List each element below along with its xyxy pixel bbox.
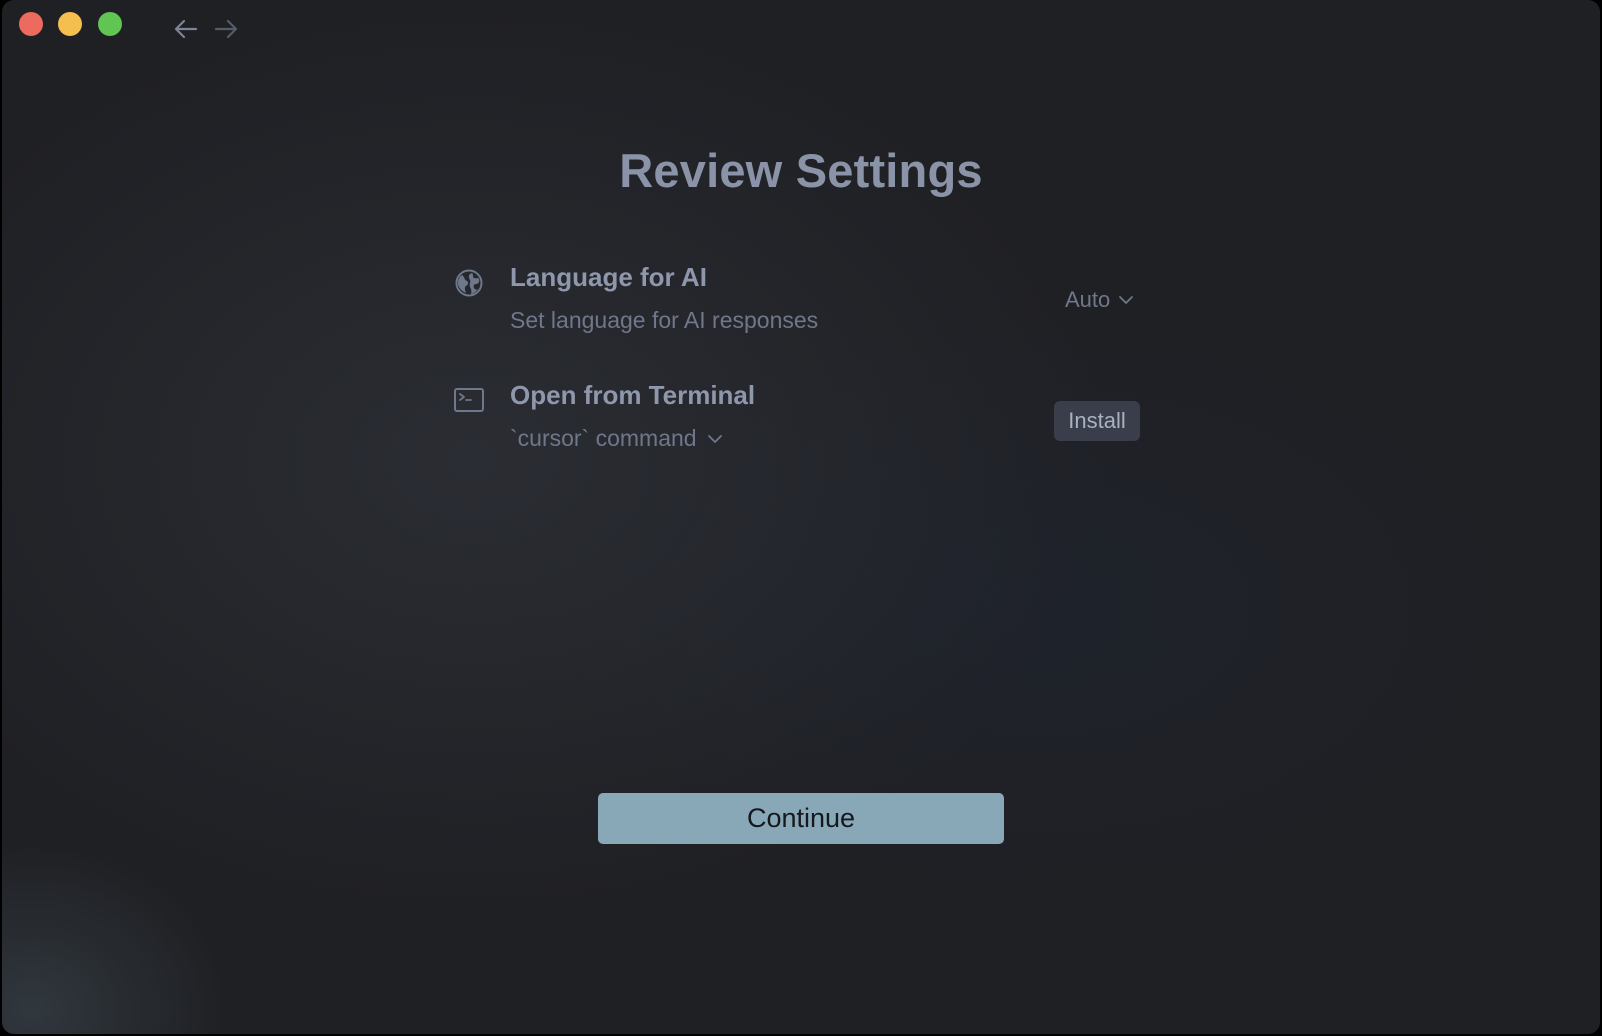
chevron-down-icon (1119, 296, 1134, 304)
forward-button[interactable] (212, 17, 240, 41)
terminal-icon (454, 388, 484, 412)
arrow-left-icon (174, 19, 198, 39)
globe-icon (455, 269, 483, 297)
install-button[interactable]: Install (1054, 401, 1140, 441)
setup-window: Review Settings Language for AI Set lang… (2, 0, 1600, 1034)
continue-button[interactable]: Continue (598, 793, 1004, 844)
language-setting-title: Language for AI (510, 262, 707, 292)
window-minimize-button[interactable] (58, 12, 82, 36)
back-button[interactable] (172, 17, 200, 41)
language-dropdown[interactable]: Auto (1065, 284, 1134, 316)
window-close-button[interactable] (19, 12, 43, 36)
arrow-right-icon (214, 19, 238, 39)
terminal-setting-description: `cursor` command (510, 425, 697, 451)
chevron-down-icon (707, 434, 722, 443)
language-setting-description: Set language for AI responses (510, 307, 819, 333)
page-title: Review Settings (619, 144, 983, 197)
window-zoom-button[interactable] (98, 12, 122, 36)
terminal-command-toggle[interactable]: `cursor` command (510, 425, 723, 452)
language-dropdown-value: Auto (1065, 287, 1111, 312)
terminal-setting-title: Open from Terminal (510, 380, 756, 410)
